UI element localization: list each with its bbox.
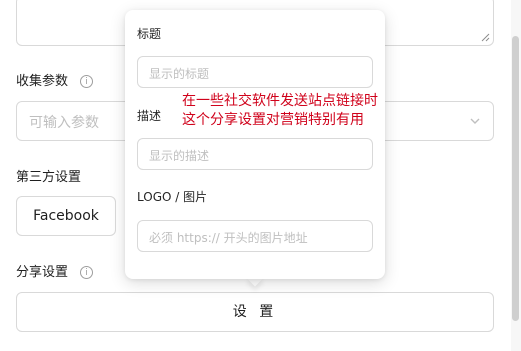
info-circle-icon[interactable]: i (80, 75, 93, 88)
description-input[interactable]: 显示的描述 (137, 138, 373, 170)
title-placeholder: 显示的标题 (149, 67, 210, 81)
third-party-label: 第三方设置 (16, 170, 82, 185)
share-settings-popover: 标题 显示的标题 描述 显示的描述 LOGO / 图片 必须 https:// … (125, 10, 385, 279)
info-circle-icon[interactable]: i (80, 266, 93, 279)
image-label: LOGO / 图片 (137, 190, 208, 204)
image-url-input[interactable]: 必须 https:// 开头的图片地址 (137, 220, 373, 252)
title-input[interactable]: 显示的标题 (137, 56, 373, 88)
chevron-down-icon (470, 118, 480, 124)
share-label: 分享设置 (16, 265, 69, 280)
scrollbar-thumb[interactable] (512, 36, 519, 321)
annotation-line-1: 在一些社交软件发送站点链接时 (182, 93, 378, 109)
description-label: 描述 (137, 109, 162, 123)
params-label: 收集参数 (16, 74, 69, 89)
annotation-line-2: 这个分享设置对营销特别有用 (182, 112, 364, 128)
title-label: 标题 (137, 27, 162, 41)
params-placeholder: 可输入参数 (29, 115, 99, 131)
description-placeholder: 显示的描述 (149, 149, 210, 163)
resize-grip-icon[interactable] (481, 33, 490, 42)
image-url-placeholder: 必须 https:// 开头的图片地址 (149, 231, 308, 245)
share-settings-button[interactable]: 设 置 (16, 292, 494, 332)
annotation-text: 在一些社交软件发送站点链接时 这个分享设置对营销特别有用 (182, 92, 412, 130)
facebook-button[interactable]: Facebook (16, 196, 116, 236)
